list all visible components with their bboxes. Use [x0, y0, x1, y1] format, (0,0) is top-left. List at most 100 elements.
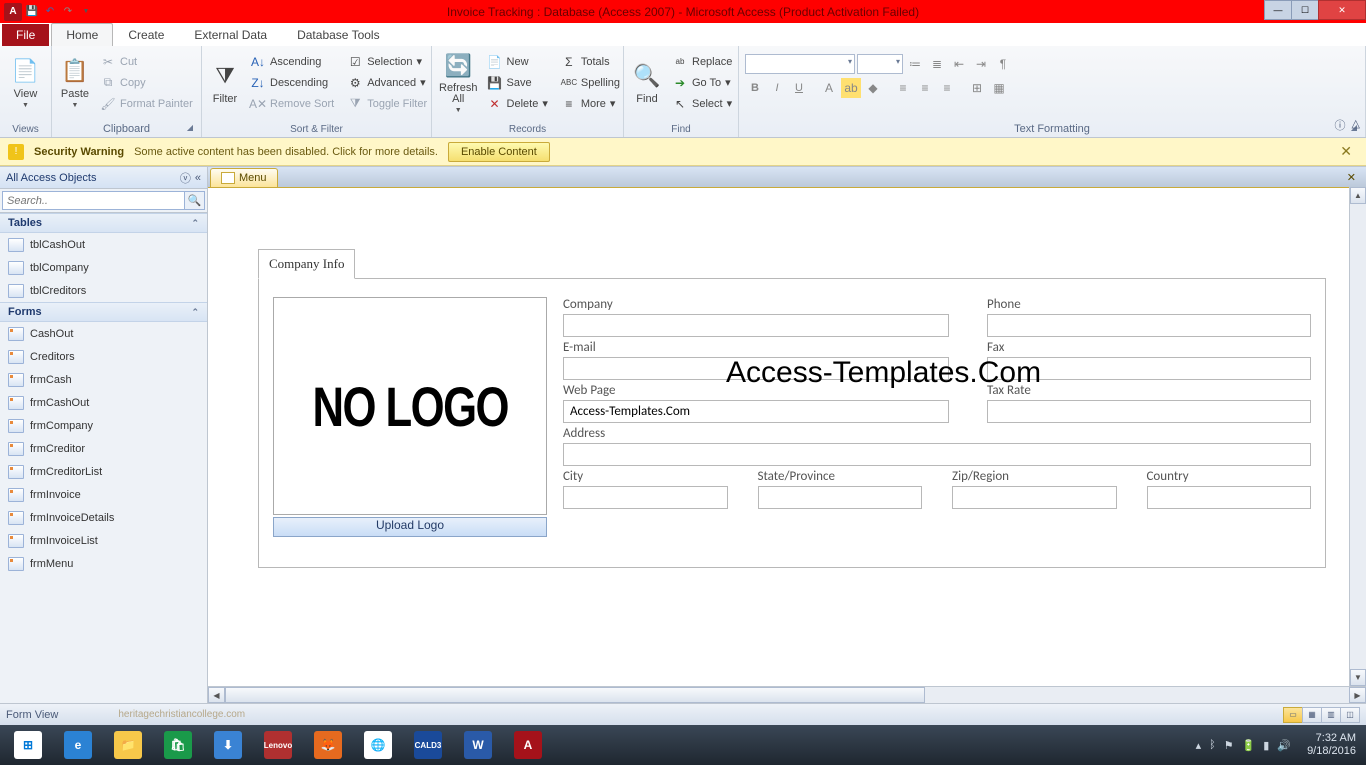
new-button[interactable]: 📄New	[482, 51, 553, 72]
paste-button[interactable]: 📋 Paste ▼	[58, 49, 92, 115]
fax-input[interactable]	[987, 357, 1311, 380]
minimize-button[interactable]: —	[1264, 0, 1292, 20]
network-icon[interactable]: ▮	[1263, 739, 1269, 752]
alt-row-color-button[interactable]: ▦	[989, 78, 1009, 98]
copy-button[interactable]: ⧉Copy	[95, 72, 198, 93]
nav-item[interactable]: CashOut	[0, 322, 207, 345]
save-button[interactable]: 💾Save	[482, 72, 553, 93]
align-center-button[interactable]: ≡	[915, 78, 935, 98]
goto-button[interactable]: ➔Go To ▾	[667, 72, 737, 93]
delete-button[interactable]: ✕Delete ▾	[482, 93, 553, 114]
bluetooth-icon[interactable]: ᛒ	[1209, 739, 1216, 751]
start-button[interactable]: ⊞	[4, 726, 52, 764]
cald3-button[interactable]: CALD3	[404, 726, 452, 764]
qat-undo-icon[interactable]: ↶	[42, 4, 58, 20]
more-button[interactable]: ≡More ▾	[556, 93, 625, 114]
ribbon-collapse-icon[interactable]: △	[1352, 117, 1360, 133]
design-view-button[interactable]: ◫	[1340, 707, 1360, 723]
app-button[interactable]: ⬇	[204, 726, 252, 764]
city-input[interactable]	[563, 486, 728, 509]
ascending-button[interactable]: A↓Ascending	[245, 51, 339, 72]
access-button[interactable]: A	[504, 726, 552, 764]
scroll-down-icon[interactable]: ▼	[1350, 669, 1366, 686]
nav-item[interactable]: frmInvoiceDetails	[0, 506, 207, 529]
phone-input[interactable]	[987, 314, 1311, 337]
nav-item[interactable]: Creditors	[0, 345, 207, 368]
taskbar-clock[interactable]: 7:32 AM9/18/2016	[1299, 732, 1364, 758]
company-input[interactable]	[563, 314, 949, 337]
numbering-button[interactable]: ≣	[927, 54, 947, 74]
scroll-right-icon[interactable]: ▶	[1349, 687, 1366, 703]
horizontal-scrollbar[interactable]: ◀ ▶	[208, 686, 1366, 703]
nav-item[interactable]: frmInvoiceList	[0, 529, 207, 552]
address-input[interactable]	[563, 443, 1311, 466]
text-direction-button[interactable]: ¶	[993, 54, 1013, 74]
zip-input[interactable]	[952, 486, 1117, 509]
maximize-button[interactable]: ☐	[1291, 0, 1319, 20]
nav-item[interactable]: frmCashOut	[0, 391, 207, 414]
close-button[interactable]: ✕	[1318, 0, 1366, 20]
gridlines-button[interactable]: ⊞	[967, 78, 987, 98]
security-close-button[interactable]: ✕	[1334, 143, 1358, 160]
explorer-button[interactable]: 📁	[104, 726, 152, 764]
align-left-button[interactable]: ≡	[893, 78, 913, 98]
align-right-button[interactable]: ≡	[937, 78, 957, 98]
doc-tab-close-button[interactable]: ✕	[1341, 171, 1362, 184]
nav-item[interactable]: tblCreditors	[0, 279, 207, 302]
system-tray[interactable]: ▴ ᛒ ⚑ 🔋 ▮ 🔊	[1188, 739, 1299, 752]
italic-button[interactable]: I	[767, 78, 787, 98]
nav-item[interactable]: frmMenu	[0, 552, 207, 575]
state-input[interactable]	[758, 486, 923, 509]
font-color-button[interactable]: A	[819, 78, 839, 98]
select-button[interactable]: ↖Select ▾	[667, 93, 737, 114]
tab-external-data[interactable]: External Data	[179, 23, 282, 46]
scroll-thumb[interactable]	[225, 687, 925, 703]
scroll-up-icon[interactable]: ▲	[1350, 187, 1366, 204]
advanced-button[interactable]: ⚙Advanced ▾	[342, 72, 432, 93]
qat-customize-icon[interactable]: ▼	[78, 4, 94, 20]
nav-item[interactable]: frmCreditor	[0, 437, 207, 460]
format-painter-button[interactable]: 🖌Format Painter	[95, 93, 198, 114]
toggle-filter-button[interactable]: ⧩Toggle Filter	[342, 93, 432, 114]
nav-item[interactable]: frmCreditorList	[0, 460, 207, 483]
email-input[interactable]	[563, 357, 949, 380]
nav-item[interactable]: tblCashOut	[0, 233, 207, 256]
fill-color-button[interactable]: ◆	[863, 78, 883, 98]
enable-content-button[interactable]: Enable Content	[448, 142, 550, 162]
lenovo-button[interactable]: Lenovo	[254, 726, 302, 764]
qat-save-icon[interactable]: 💾	[24, 4, 40, 20]
totals-button[interactable]: ΣTotals	[556, 51, 625, 72]
font-combo[interactable]	[745, 54, 855, 74]
form-view-button[interactable]: ▭	[1283, 707, 1303, 723]
nav-item[interactable]: frmCompany	[0, 414, 207, 437]
tab-company-info[interactable]: Company Info	[258, 249, 355, 279]
nav-item[interactable]: frmInvoice	[0, 483, 207, 506]
ie-button[interactable]: e	[54, 726, 102, 764]
doc-tab-menu[interactable]: Menu	[210, 168, 278, 187]
filter-button[interactable]: ⧩ Filter	[208, 49, 242, 115]
tab-home[interactable]: Home	[51, 23, 113, 46]
flag-icon[interactable]: ⚑	[1224, 739, 1234, 752]
indent-inc-button[interactable]: ⇥	[971, 54, 991, 74]
nav-collapse-icon[interactable]: «	[195, 172, 201, 184]
refresh-all-button[interactable]: 🔄 Refresh All ▼	[438, 49, 479, 115]
scroll-left-icon[interactable]: ◀	[208, 687, 225, 703]
vertical-scrollbar[interactable]: ▲ ▼	[1349, 187, 1366, 686]
nav-item[interactable]: tblCompany	[0, 256, 207, 279]
view-button[interactable]: 📄 View ▼	[6, 49, 45, 115]
country-input[interactable]	[1147, 486, 1312, 509]
taxrate-input[interactable]	[987, 400, 1311, 423]
firefox-button[interactable]: 🦊	[304, 726, 352, 764]
nav-group-forms[interactable]: Forms⌃	[0, 302, 207, 322]
tab-database-tools[interactable]: Database Tools	[282, 23, 395, 46]
bold-button[interactable]: B	[745, 78, 765, 98]
spelling-button[interactable]: ABCSpelling	[556, 72, 625, 93]
descending-button[interactable]: Z↓Descending	[245, 72, 339, 93]
layout-view-button[interactable]: ▥	[1321, 707, 1341, 723]
word-button[interactable]: W	[454, 726, 502, 764]
nav-header[interactable]: All Access Objects ⓥ«	[0, 167, 207, 189]
datasheet-view-button[interactable]: ▦	[1302, 707, 1322, 723]
tab-create[interactable]: Create	[113, 23, 179, 46]
indent-dec-button[interactable]: ⇤	[949, 54, 969, 74]
nav-item[interactable]: frmCash	[0, 368, 207, 391]
